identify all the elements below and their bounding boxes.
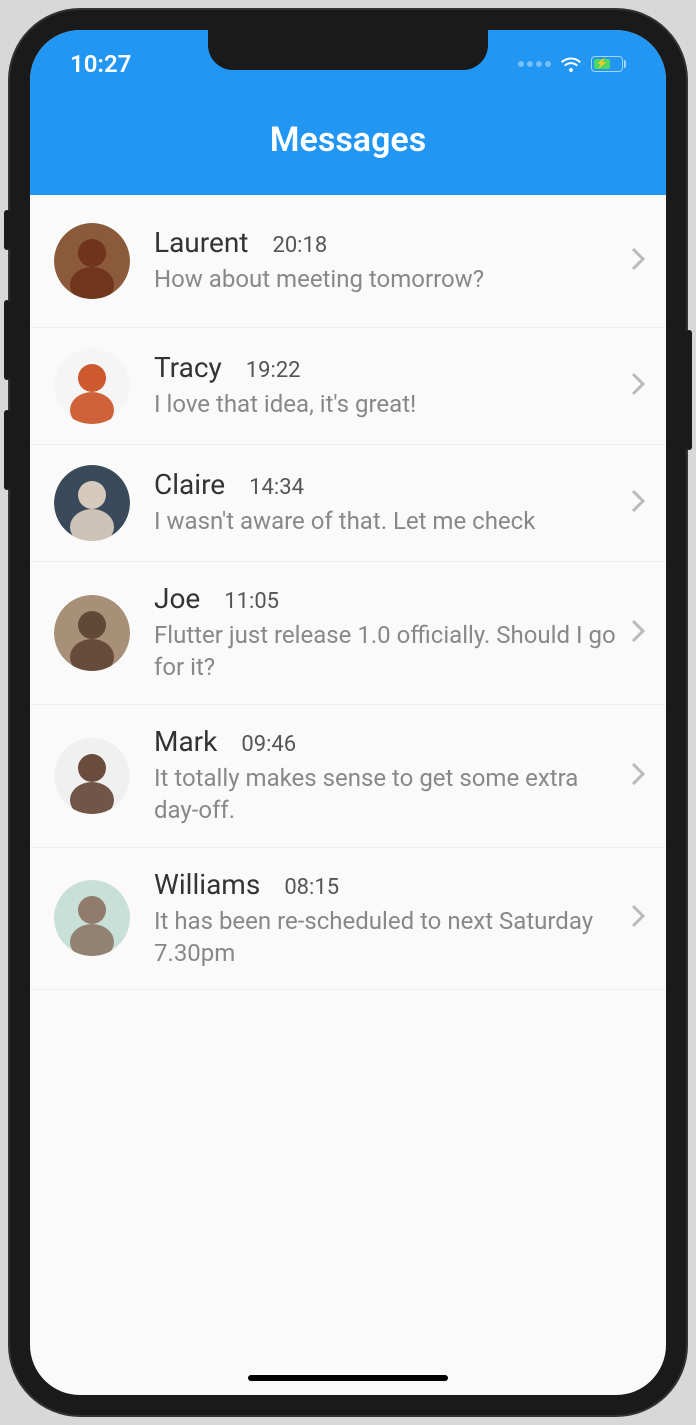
message-time: 19:22 [246, 358, 301, 383]
status-icons: ⚡ [518, 52, 626, 76]
avatar [54, 595, 130, 671]
side-button [4, 300, 10, 380]
side-button [4, 210, 10, 250]
message-preview: I wasn't aware of that. Let me check [154, 505, 618, 537]
sender-name: Mark [154, 725, 217, 758]
message-row[interactable]: Mark 09:46 It totally makes sense to get… [30, 705, 666, 848]
message-content: Mark 09:46 It totally makes sense to get… [154, 725, 618, 827]
avatar [54, 223, 130, 299]
sender-name: Joe [154, 582, 200, 615]
message-preview: Flutter just release 1.0 officially. Sho… [154, 619, 618, 684]
message-row[interactable]: Laurent 20:18 How about meeting tomorrow… [30, 195, 666, 328]
chevron-right-icon [630, 371, 646, 401]
app-header: Messages [30, 85, 666, 195]
message-row[interactable]: Tracy 19:22 I love that idea, it's great… [30, 328, 666, 445]
phone-screen: 10:27 ⚡ Messages [30, 30, 666, 1395]
chevron-right-icon [630, 246, 646, 276]
message-list[interactable]: Laurent 20:18 How about meeting tomorrow… [30, 195, 666, 990]
avatar [54, 465, 130, 541]
avatar [54, 738, 130, 814]
message-row[interactable]: Claire 14:34 I wasn't aware of that. Let… [30, 445, 666, 562]
message-content: Claire 14:34 I wasn't aware of that. Let… [154, 468, 618, 537]
sender-name: Laurent [154, 226, 248, 259]
chevron-right-icon [630, 488, 646, 518]
signal-indicator-icon [518, 61, 551, 67]
message-content: Tracy 19:22 I love that idea, it's great… [154, 351, 618, 420]
message-content: Joe 11:05 Flutter just release 1.0 offic… [154, 582, 618, 684]
avatar [54, 348, 130, 424]
message-time: 08:15 [284, 875, 339, 900]
message-preview: It has been re-scheduled to next Saturda… [154, 905, 618, 970]
status-time: 10:27 [70, 50, 131, 78]
avatar [54, 880, 130, 956]
message-time: 14:34 [249, 475, 304, 500]
side-button [686, 330, 692, 450]
page-title: Messages [270, 120, 426, 160]
home-indicator[interactable] [248, 1375, 448, 1381]
message-preview: I love that idea, it's great! [154, 388, 618, 420]
battery-charging-icon: ⚡ [591, 56, 626, 72]
side-button [4, 410, 10, 490]
chevron-right-icon [630, 761, 646, 791]
message-time: 11:05 [224, 589, 279, 614]
message-time: 20:18 [272, 233, 327, 258]
message-content: Williams 08:15 It has been re-scheduled … [154, 868, 618, 970]
message-preview: How about meeting tomorrow? [154, 263, 618, 295]
message-preview: It totally makes sense to get some extra… [154, 762, 618, 827]
wifi-icon [559, 52, 583, 76]
message-time: 09:46 [241, 732, 296, 757]
sender-name: Tracy [154, 351, 222, 384]
sender-name: Claire [154, 468, 225, 501]
message-row[interactable]: Joe 11:05 Flutter just release 1.0 offic… [30, 562, 666, 705]
sender-name: Williams [154, 868, 260, 901]
message-row[interactable]: Williams 08:15 It has been re-scheduled … [30, 848, 666, 991]
chevron-right-icon [630, 618, 646, 648]
phone-device-frame: 10:27 ⚡ Messages [10, 10, 686, 1415]
phone-notch [208, 30, 488, 70]
chevron-right-icon [630, 903, 646, 933]
message-content: Laurent 20:18 How about meeting tomorrow… [154, 226, 618, 295]
